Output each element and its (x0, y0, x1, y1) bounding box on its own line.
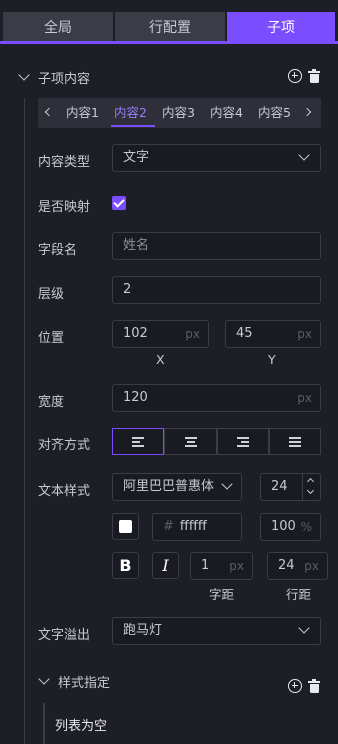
align-left-button[interactable] (112, 428, 164, 455)
layer-label: 层级 (38, 287, 65, 302)
font-family-value: 阿里巴巴普惠体 (123, 479, 215, 494)
content-type-select[interactable]: 文字 (112, 144, 321, 172)
position-x-unit: px (185, 327, 200, 341)
style-section-title: 样式指定 (58, 676, 111, 691)
section-guide-line (24, 98, 25, 744)
align-center-button[interactable] (164, 428, 217, 455)
letter-spacing-value: 1 (201, 558, 210, 573)
position-y-value: 45 (236, 326, 253, 341)
width-label: 宽度 (38, 395, 65, 410)
chevron-up-icon[interactable] (306, 477, 315, 486)
style-list-empty: 列表为空 (43, 703, 323, 744)
chevron-down-icon[interactable] (18, 69, 30, 81)
width-value: 120 (123, 390, 148, 405)
bold-button[interactable]: B (112, 552, 139, 579)
overflow-value: 跑马灯 (123, 623, 163, 638)
position-label: 位置 (38, 331, 65, 346)
font-size-value: 24 (271, 479, 288, 494)
field-name-placeholder: 姓名 (123, 238, 150, 253)
tab-global[interactable]: 全局 (3, 12, 113, 44)
overflow-select[interactable]: 跑马灯 (112, 617, 321, 645)
letter-spacing-input[interactable]: 1 px (190, 552, 253, 580)
sub-tab-4[interactable]: 内容4 (210, 98, 243, 128)
overflow-label: 文字溢出 (38, 628, 91, 643)
opacity-input[interactable]: 100 % (260, 513, 321, 541)
content-sub-tabs: 内容1 内容2 内容3 内容4 内容5 (38, 98, 321, 128)
letter-spacing-unit: px (229, 559, 244, 573)
section-title: 子项内容 (38, 72, 91, 87)
field-name-input[interactable]: 姓名 (112, 232, 321, 260)
width-input[interactable]: 120 px (112, 384, 321, 412)
align-right-button[interactable] (217, 428, 269, 455)
add-circle-icon[interactable] (288, 69, 302, 83)
italic-button[interactable]: I (152, 552, 179, 579)
position-y-caption: Y (268, 352, 276, 367)
color-hex-input[interactable]: # ffffff (152, 513, 242, 541)
sub-tab-1[interactable]: 内容1 (66, 98, 99, 128)
sub-tab-underline (111, 125, 155, 127)
position-y-unit: px (297, 327, 312, 341)
position-y-input[interactable]: 45 px (225, 320, 321, 348)
layer-input[interactable]: 2 (112, 276, 321, 304)
color-swatch-button[interactable] (112, 513, 139, 540)
line-height-value: 24 (278, 558, 295, 573)
align-button-group (112, 428, 321, 455)
tab-sub-item[interactable]: 子项 (227, 12, 335, 44)
line-height-unit: px (304, 559, 319, 573)
font-size-stepper[interactable]: 24 (260, 473, 321, 501)
chevron-down-icon (298, 622, 310, 634)
align-justify-button[interactable] (269, 428, 321, 455)
align-label: 对齐方式 (38, 438, 91, 453)
tab-underline (0, 41, 338, 44)
chevron-down-icon[interactable] (306, 486, 315, 495)
sub-tab-5[interactable]: 内容5 (258, 98, 291, 128)
align-justify-icon (289, 437, 301, 449)
field-name-label: 字段名 (38, 243, 78, 258)
top-tabs: 全局 行配置 子项 (0, 0, 338, 44)
color-hash: # (163, 519, 174, 534)
position-x-value: 102 (123, 326, 148, 341)
align-right-icon (237, 437, 249, 449)
align-left-icon (132, 437, 144, 449)
stepper-controls (302, 474, 320, 500)
sub-tab-3[interactable]: 内容3 (162, 98, 195, 128)
font-family-select[interactable]: 阿里巴巴普惠体 (112, 473, 242, 501)
trash-icon[interactable] (308, 679, 320, 693)
line-height-caption: 行距 (286, 587, 312, 602)
sub-tab-2[interactable]: 内容2 (114, 98, 147, 128)
content-type-label: 内容类型 (38, 155, 91, 170)
chevron-right-icon[interactable] (302, 107, 312, 117)
opacity-unit: % (300, 520, 312, 534)
tab-row-config[interactable]: 行配置 (115, 12, 225, 44)
opacity-value: 100 (271, 519, 296, 534)
content-type-value: 文字 (123, 150, 150, 165)
chevron-down-icon (221, 478, 233, 490)
chevron-down-icon[interactable] (38, 673, 50, 685)
position-x-caption: X (156, 352, 165, 367)
align-center-icon (184, 437, 197, 449)
add-circle-icon[interactable] (288, 679, 302, 693)
chevron-down-icon (298, 149, 310, 161)
is-mapping-checkbox[interactable] (112, 196, 126, 210)
color-hex-value: ffffff (179, 519, 207, 534)
empty-list-text: 列表为空 (55, 719, 108, 734)
chevron-left-icon[interactable] (44, 107, 54, 117)
layer-value: 2 (123, 282, 132, 297)
trash-icon[interactable] (308, 69, 320, 83)
letter-spacing-caption: 字距 (209, 587, 235, 602)
is-mapping-label: 是否映射 (38, 200, 91, 215)
text-style-label: 文本样式 (38, 484, 91, 499)
width-unit: px (297, 391, 312, 405)
line-height-input[interactable]: 24 px (267, 552, 328, 580)
position-x-input[interactable]: 102 px (112, 320, 209, 348)
color-swatch (119, 520, 132, 533)
